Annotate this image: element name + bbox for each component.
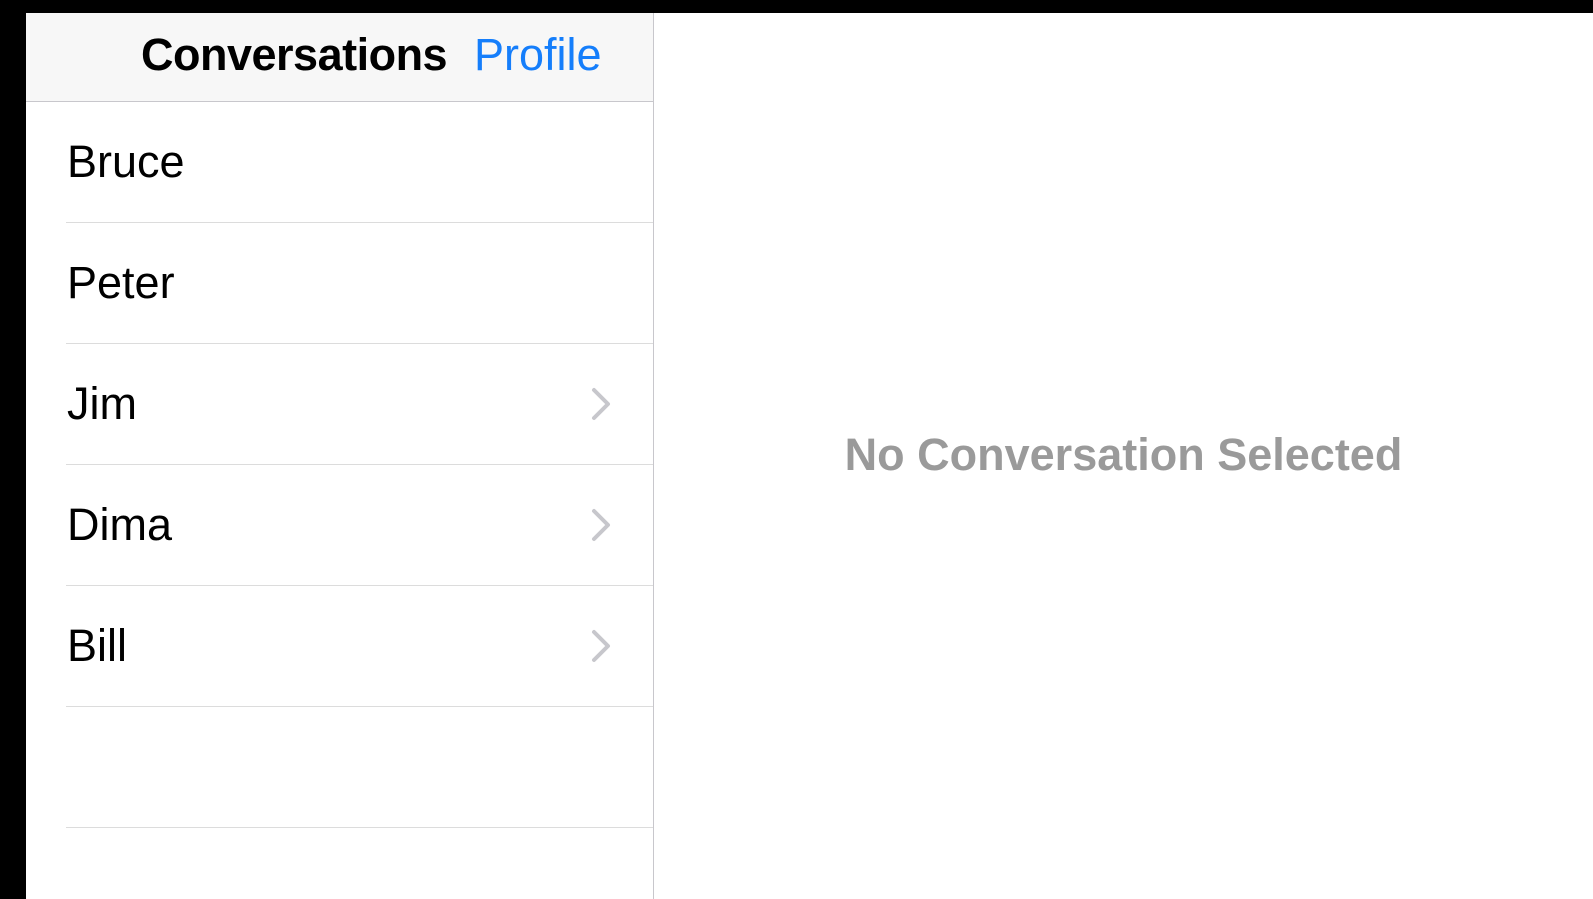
ipad-screen: Conversations Profile Bruce Peter Jim Di…: [26, 13, 1593, 899]
conversation-name: Bruce: [67, 136, 185, 187]
conversation-name: Dima: [67, 499, 173, 550]
empty-row: [66, 707, 653, 828]
navigation-bar: Conversations Profile: [26, 13, 653, 102]
conversation-name: Bill: [67, 620, 128, 671]
conversation-row-bill[interactable]: Bill: [66, 586, 653, 707]
chevron-right-icon: [592, 630, 610, 662]
conversation-row-peter[interactable]: Peter: [66, 223, 653, 344]
conversation-name: Peter: [67, 257, 175, 308]
conversations-pane: Conversations Profile Bruce Peter Jim Di…: [26, 13, 654, 899]
conversation-name: Jim: [67, 378, 137, 429]
profile-button[interactable]: Profile: [474, 29, 602, 81]
conversation-row-jim[interactable]: Jim: [66, 344, 653, 465]
chevron-right-icon: [592, 388, 610, 420]
conversation-row-bruce[interactable]: Bruce: [66, 102, 653, 223]
conversation-row-dima[interactable]: Dima: [66, 465, 653, 586]
chevron-right-icon: [592, 509, 610, 541]
nav-title: Conversations: [141, 29, 448, 80]
detail-pane: No Conversation Selected: [654, 13, 1593, 899]
empty-state-label: No Conversation Selected: [844, 429, 1403, 480]
conversation-list: Bruce Peter Jim Dima Bill: [26, 102, 653, 828]
